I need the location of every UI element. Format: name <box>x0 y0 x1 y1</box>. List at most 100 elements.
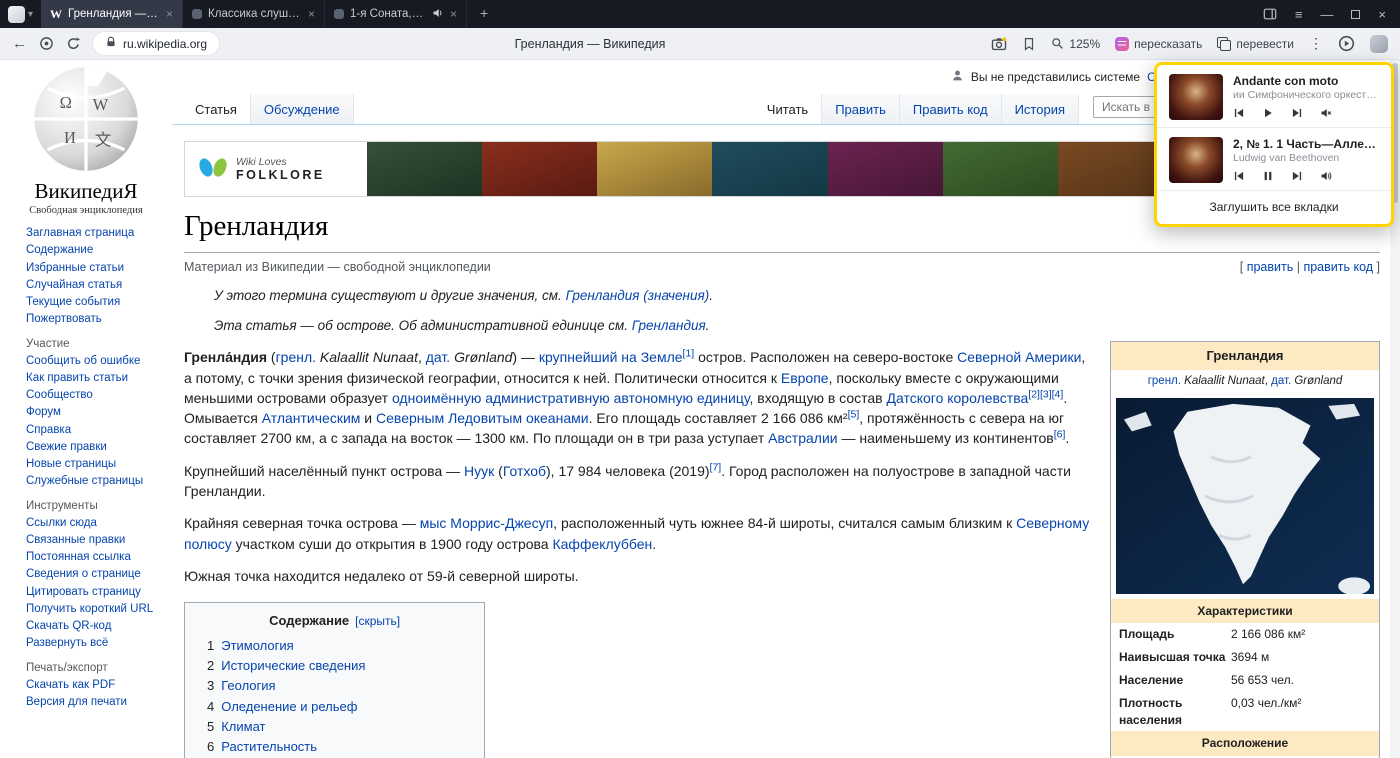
infobox-row-value: 2 166 086 км² <box>1231 626 1371 643</box>
sidebar-link[interactable]: Форум <box>26 404 166 421</box>
profile-avatar[interactable] <box>1370 35 1388 53</box>
tab-close-icon[interactable]: × <box>166 7 173 21</box>
sidebar-link[interactable]: Как править статьи <box>26 370 166 387</box>
sidebar-link[interactable]: Справка <box>26 422 166 439</box>
sidebar-link[interactable]: Сведения о странице <box>26 566 166 583</box>
tab-audio-icon[interactable] <box>432 7 444 22</box>
muted-speaker-icon[interactable] <box>1320 107 1332 119</box>
tab-close-icon[interactable]: × <box>308 7 315 21</box>
pause-icon[interactable] <box>1262 170 1274 182</box>
translate-button[interactable]: перевести <box>1217 37 1294 51</box>
bookmark-icon[interactable] <box>1022 37 1036 51</box>
banner-brand: Wiki Loves FOLKLORE <box>185 142 367 196</box>
wiki-tagline: Свободная энциклопедия <box>0 205 172 216</box>
sidebar-link[interactable]: Содержание <box>26 242 166 259</box>
menu-icon[interactable]: ≡ <box>1295 7 1303 22</box>
maximize-button[interactable] <box>1351 10 1360 19</box>
screenshot-icon[interactable] <box>991 36 1007 52</box>
tab-greenland[interactable]: W Гренландия — Вики × <box>41 0 183 28</box>
audio-track-1: Andante con moto ии Симфонического оркес… <box>1157 65 1391 127</box>
banner-photo-collage <box>367 142 1173 196</box>
sidebar-link[interactable]: Новые страницы <box>26 456 166 473</box>
previous-track-icon[interactable] <box>1233 170 1245 182</box>
toc-item-number: 4 <box>207 699 214 714</box>
wikipedia-logo[interactable]: Ω W И 文 ВикипедиЯ Свободная энциклопедия <box>0 64 172 216</box>
tab-title: Гренландия — Вики <box>68 8 160 20</box>
tab-edit-source[interactable]: Править код <box>900 94 1002 124</box>
new-tab-button[interactable]: + <box>475 5 493 23</box>
tab-read[interactable]: Читать <box>754 94 822 124</box>
retell-button[interactable]: пересказать <box>1115 37 1202 51</box>
edit-links[interactable]: [ править | править код ] <box>1240 258 1380 276</box>
site-subtitle: Материал из Википедии — свободной энцикл… <box>184 258 491 276</box>
toc-item[interactable]: 1Этимология <box>207 636 462 656</box>
sidebar-link[interactable]: Свежие правки <box>26 439 166 456</box>
sidebar-group-print: Печать/экспорт Скачать как PDFВерсия для… <box>0 653 172 712</box>
previous-track-icon[interactable] <box>1233 107 1245 119</box>
sidebar-link[interactable]: Версия для печати <box>26 694 166 711</box>
tab-history[interactable]: История <box>1002 94 1079 124</box>
tab-close-icon[interactable]: × <box>450 7 457 21</box>
mute-all-tabs-button[interactable]: Заглушить все вкладки <box>1157 190 1391 224</box>
tab-sonata-audio[interactable]: 1-я Соната, Фа Мин × <box>325 0 467 28</box>
toc-item[interactable]: 6Растительность <box>207 737 462 757</box>
kebab-menu-icon[interactable]: ⋮ <box>1309 35 1323 52</box>
minimize-button[interactable]: — <box>1320 7 1333 22</box>
sidebar-link[interactable]: Случайная статья <box>26 277 166 294</box>
sidebar-link[interactable]: Сообщить об ошибке <box>26 353 166 370</box>
close-window-button[interactable]: × <box>1378 7 1386 22</box>
chevron-down-icon[interactable]: ▾ <box>28 9 33 20</box>
toc-hide-link[interactable]: [скрыть] <box>355 614 400 628</box>
zoom-control[interactable]: 125% <box>1051 37 1100 51</box>
toc-item[interactable]: 2Исторические сведения <box>207 656 462 676</box>
greenland-satellite-map[interactable] <box>1116 398 1374 594</box>
sidebar-link[interactable]: Постоянная ссылка <box>26 549 166 566</box>
toc-header: Содержание[скрыть] <box>207 612 462 631</box>
toc-item[interactable]: 5Климат <box>207 717 462 737</box>
svg-text:Ω: Ω <box>60 93 72 112</box>
infobox-row-value: 0,03 чел./км² <box>1231 695 1371 729</box>
sidebar-link[interactable]: Скачать QR-код <box>26 618 166 635</box>
hatnote: У этого термина существуют и другие знач… <box>214 286 1380 306</box>
side-panel-icon[interactable] <box>1263 7 1277 21</box>
play-icon[interactable] <box>1262 107 1274 119</box>
toc-item[interactable]: 3Геология <box>207 676 462 696</box>
speaker-icon[interactable] <box>1320 170 1332 182</box>
browser-logo-icon[interactable] <box>8 6 25 23</box>
next-track-icon[interactable] <box>1291 107 1303 119</box>
sidebar-link[interactable]: Связанные правки <box>26 532 166 549</box>
back-icon[interactable]: ← <box>12 35 27 52</box>
banner-brand-line2: FOLKLORE <box>236 168 325 182</box>
tab-title: 1-я Соната, Фа Мин <box>350 8 426 20</box>
sidebar-link[interactable]: Скачать как PDF <box>26 677 166 694</box>
article-subtitle-row: Материал из Википедии — свободной энцикл… <box>184 258 1380 276</box>
tab-article[interactable]: Статья <box>182 94 251 124</box>
assistant-icon[interactable] <box>39 36 54 51</box>
sidebar-link[interactable]: Ссылки сюда <box>26 515 166 532</box>
sidebar-link[interactable]: Избранные статьи <box>26 260 166 277</box>
sidebar-link[interactable]: Развернуть всё <box>26 635 166 652</box>
sidebar-link[interactable]: Служебные страницы <box>26 473 166 490</box>
sidebar-link[interactable]: Цитировать страницу <box>26 584 166 601</box>
track-info: 2, № 1. 1 Часть—Аллегро (Re Ludwig van B… <box>1233 137 1379 183</box>
infobox-row-value: 3694 м <box>1231 649 1371 666</box>
sidebar-link[interactable]: Получить короткий URL <box>26 601 166 618</box>
reload-icon[interactable] <box>66 36 81 51</box>
infobox-title: Гренландия <box>1111 342 1379 370</box>
tab-classical-music[interactable]: Классика слушать онлай × <box>183 0 325 28</box>
sidebar-link[interactable]: Сообщество <box>26 387 166 404</box>
sidebar-link[interactable]: Текущие события <box>26 294 166 311</box>
sidebar-link[interactable]: Пожертвовать <box>26 311 166 328</box>
url-box[interactable]: ru.wikipedia.org <box>93 32 219 55</box>
infobox-row: Площадь 2 166 086 км² <box>1111 623 1379 646</box>
tab-edit[interactable]: Править <box>822 94 900 124</box>
infobox-row-label: Население <box>1119 672 1231 689</box>
media-playing-icon[interactable] <box>1338 35 1355 52</box>
magnifier-icon <box>1051 37 1064 50</box>
sidebar-link[interactable]: Заглавная страница <box>26 225 166 242</box>
next-track-icon[interactable] <box>1291 170 1303 182</box>
toc-list: 1Этимология 2Исторические сведения 3Геол… <box>207 636 462 758</box>
tab-discussion[interactable]: Обсуждение <box>251 94 354 124</box>
toc-item-number: 6 <box>207 739 214 754</box>
toc-item[interactable]: 4Оледенение и рельеф <box>207 697 462 717</box>
